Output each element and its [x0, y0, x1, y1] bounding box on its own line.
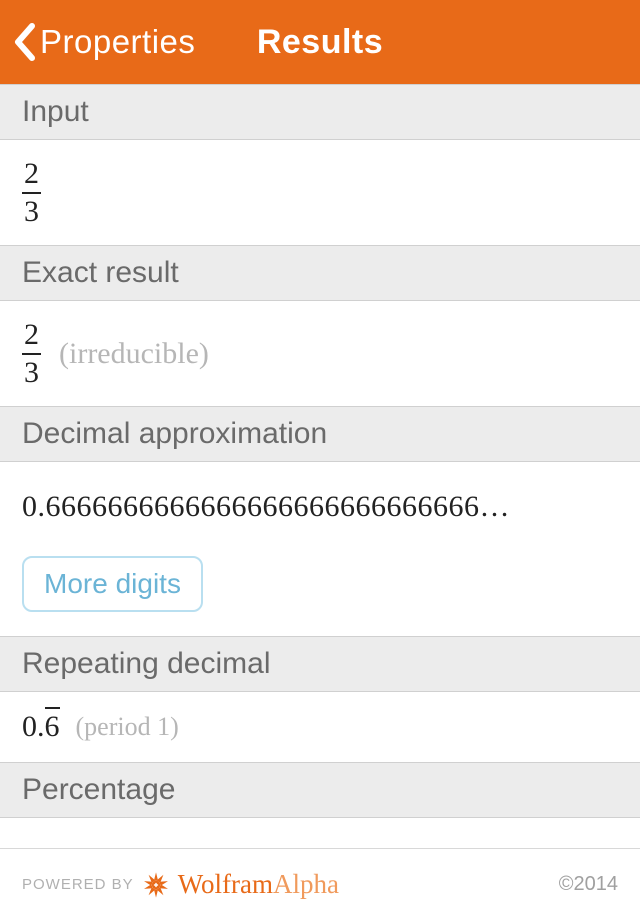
- exact-fraction: 2 3: [22, 319, 41, 388]
- section-header-repeating: Repeating decimal: [0, 636, 640, 692]
- section-body-repeating: 0.6 (period 1): [0, 692, 640, 762]
- back-button[interactable]: Properties: [0, 0, 195, 84]
- fraction-bar: [22, 353, 41, 355]
- fraction-numerator: 2: [22, 319, 41, 351]
- irreducible-note: (irreducible): [59, 337, 209, 371]
- copyright-label: ©2014: [559, 873, 618, 896]
- section-header-percentage: Percentage: [0, 762, 640, 818]
- chevron-left-icon: [12, 22, 36, 62]
- section-header-decimal: Decimal approximation: [0, 406, 640, 462]
- input-fraction: 2 3: [22, 158, 41, 227]
- fraction-bar: [22, 192, 41, 194]
- wolfram-alpha-wordmark: WolframAlpha: [178, 869, 339, 900]
- repeating-prefix: 0.: [22, 710, 45, 744]
- section-body-decimal: 0.6666666666666666666666666666… More dig…: [0, 462, 640, 636]
- more-digits-button[interactable]: More digits: [22, 556, 203, 612]
- powered-by-block[interactable]: POWERED BY WolframA: [22, 869, 339, 900]
- fraction-numerator: 2: [22, 158, 41, 190]
- back-label: Properties: [40, 23, 195, 61]
- section-header-exact: Exact result: [0, 245, 640, 301]
- results-scroll[interactable]: Input 2 3 Exact result 2 3 (irreducible)…: [0, 84, 640, 848]
- page-title: Results: [257, 23, 383, 62]
- fraction-denominator: 3: [22, 357, 41, 389]
- repeating-digit: 6: [45, 710, 60, 744]
- app-header: Properties Results: [0, 0, 640, 84]
- footer: POWERED BY WolframA: [0, 848, 640, 920]
- decimal-value: 0.6666666666666666666666666666…: [22, 490, 618, 524]
- section-body-percentage: [0, 818, 640, 848]
- section-body-exact: 2 3 (irreducible): [0, 301, 640, 406]
- section-header-input: Input: [0, 84, 640, 140]
- section-body-input: 2 3: [0, 140, 640, 245]
- fraction-denominator: 3: [22, 196, 41, 228]
- repeating-decimal-value: 0.6: [22, 710, 60, 744]
- wolfram-spikey-icon: [142, 871, 170, 899]
- powered-by-label: POWERED BY: [22, 876, 134, 893]
- repeating-period-note: (period 1): [76, 712, 179, 742]
